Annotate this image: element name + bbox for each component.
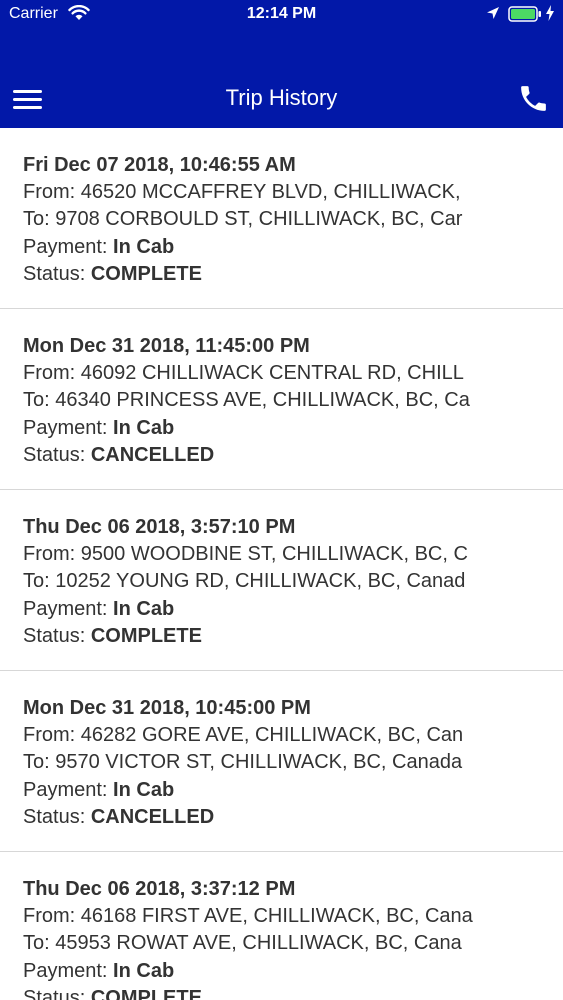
trip-status: Status: COMPLETE (23, 985, 489, 1000)
status-label: Status: (23, 443, 91, 466)
from-address: 46282 GORE AVE, CHILLIWACK, BC, Can (80, 724, 464, 747)
location-arrow-icon (487, 7, 499, 19)
trip-status: Status: CANCELLED (23, 442, 489, 469)
trip-payment: Payment: In Cab (23, 415, 489, 442)
from-address: 46092 CHILLIWACK CENTRAL RD, CHILL (80, 362, 464, 385)
from-label: From: (23, 905, 81, 928)
from-label: From: (23, 724, 81, 747)
trip-payment: Payment: In Cab (23, 234, 489, 261)
status-label: Status: (23, 986, 91, 1000)
payment-value: In Cab (113, 235, 175, 258)
trip-payment: Payment: In Cab (23, 596, 489, 623)
status-bar: Carrier 12:14 PM (0, 0, 563, 30)
payment-label: Payment: (23, 778, 114, 801)
trip-to: To: 45953 ROWAT AVE, CHILLIWACK, BC, Can… (23, 930, 489, 957)
payment-value: In Cab (113, 416, 175, 439)
trip-status: Status: COMPLETE (23, 623, 489, 650)
status-label: Status: (23, 805, 91, 828)
phone-icon[interactable] (517, 82, 550, 115)
to-label: To: (23, 208, 56, 231)
payment-value: In Cab (113, 597, 175, 620)
trip-item[interactable]: Mon Dec 31 2018, 11:45:00 PM From: 46092… (0, 309, 563, 490)
trip-from: From: 46520 MCCAFFREY BLVD, CHILLIWACK, (23, 179, 489, 206)
from-address: 46520 MCCAFFREY BLVD, CHILLIWACK, (80, 181, 461, 204)
charging-bolt-icon (546, 5, 554, 21)
trip-to: To: 10252 YOUNG RD, CHILLIWACK, BC, Cana… (23, 568, 489, 595)
trip-item[interactable]: Fri Dec 07 2018, 10:46:55 AM From: 46520… (0, 128, 563, 309)
trip-to: To: 9708 CORBOULD ST, CHILLIWACK, BC, Ca… (23, 206, 489, 233)
trip-from: From: 46282 GORE AVE, CHILLIWACK, BC, Ca… (23, 722, 489, 749)
navigation-header: Carrier 12:14 PM Trip History (0, 0, 563, 128)
payment-value: In Cab (113, 959, 175, 982)
status-value: CANCELLED (90, 443, 215, 466)
trip-from: From: 9500 WOODBINE ST, CHILLIWACK, BC, … (23, 541, 489, 568)
trip-item[interactable]: Thu Dec 06 2018, 3:37:12 PM From: 46168 … (0, 852, 563, 1000)
from-address: 9500 WOODBINE ST, CHILLIWACK, BC, C (80, 543, 468, 566)
from-label: From: (23, 543, 81, 566)
to-label: To: (23, 751, 56, 774)
to-label: To: (23, 389, 56, 412)
clock-time: 12:14 PM (246, 5, 317, 22)
payment-value: In Cab (113, 778, 175, 801)
trip-to: To: 46340 PRINCESS AVE, CHILLIWACK, BC, … (23, 387, 489, 414)
status-value: COMPLETE (90, 986, 202, 1000)
trip-date: Thu Dec 06 2018, 3:37:12 PM (23, 878, 296, 900)
trip-to: To: 9570 VICTOR ST, CHILLIWACK, BC, Cana… (23, 749, 489, 776)
trip-payment: Payment: In Cab (23, 777, 489, 804)
status-value: CANCELLED (90, 805, 215, 828)
trip-from: From: 46092 CHILLIWACK CENTRAL RD, CHILL (23, 360, 489, 387)
trip-item[interactable]: Thu Dec 06 2018, 3:57:10 PM From: 9500 W… (0, 490, 563, 671)
to-label: To: (23, 932, 56, 955)
trip-date: Mon Dec 31 2018, 10:45:00 PM (23, 697, 311, 719)
to-address: 9570 VICTOR ST, CHILLIWACK, BC, Canada (55, 751, 463, 774)
trip-item[interactable]: Mon Dec 31 2018, 10:45:00 PM From: 46282… (0, 671, 563, 852)
trip-history-list[interactable]: Fri Dec 07 2018, 10:46:55 AM From: 46520… (0, 128, 563, 1000)
trip-from: From: 46168 FIRST AVE, CHILLIWACK, BC, C… (23, 903, 489, 930)
page-title: Trip History (225, 85, 338, 110)
to-address: 10252 YOUNG RD, CHILLIWACK, BC, Canad (55, 570, 466, 593)
from-label: From: (23, 181, 81, 204)
from-label: From: (23, 362, 81, 385)
payment-label: Payment: (23, 597, 114, 620)
trip-status: Status: CANCELLED (23, 804, 489, 831)
to-address: 45953 ROWAT AVE, CHILLIWACK, BC, Cana (55, 932, 462, 955)
status-value: COMPLETE (90, 624, 202, 647)
status-value: COMPLETE (90, 262, 202, 285)
trip-date: Thu Dec 06 2018, 3:57:10 PM (23, 516, 296, 538)
trip-date: Fri Dec 07 2018, 10:46:55 AM (23, 154, 296, 176)
status-label: Status: (23, 262, 91, 285)
payment-label: Payment: (23, 959, 114, 982)
to-label: To: (23, 570, 56, 593)
status-label: Status: (23, 624, 91, 647)
payment-label: Payment: (23, 416, 114, 439)
to-address: 9708 CORBOULD ST, CHILLIWACK, BC, Car (55, 208, 463, 231)
payment-label: Payment: (23, 235, 114, 258)
trip-payment: Payment: In Cab (23, 958, 489, 985)
from-address: 46168 FIRST AVE, CHILLIWACK, BC, Cana (80, 905, 473, 928)
to-address: 46340 PRINCESS AVE, CHILLIWACK, BC, Ca (55, 389, 470, 412)
trip-date: Mon Dec 31 2018, 11:45:00 PM (23, 335, 310, 357)
battery-icon (508, 6, 541, 22)
trip-status: Status: COMPLETE (23, 261, 489, 288)
